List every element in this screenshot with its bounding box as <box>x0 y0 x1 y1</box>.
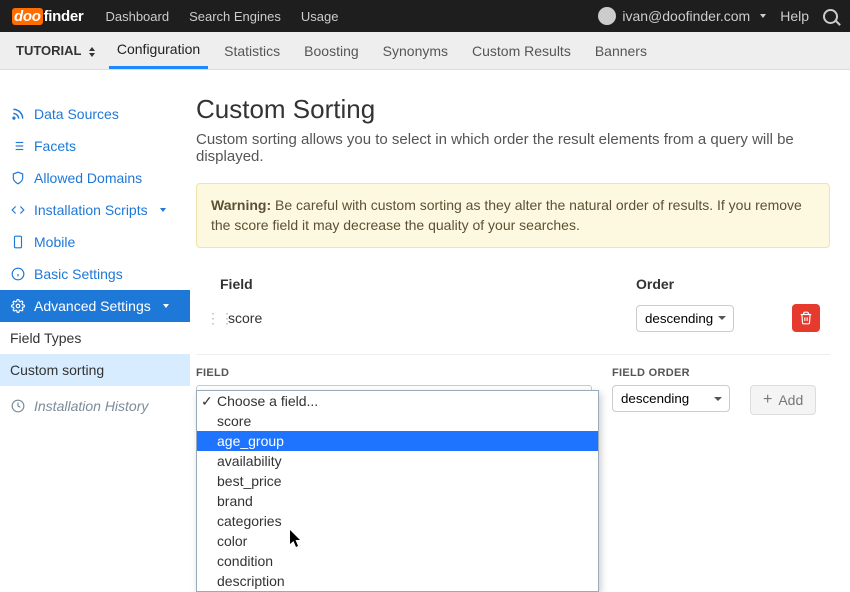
page-title: Custom Sorting <box>196 94 830 125</box>
plus-icon: + <box>763 392 772 408</box>
row-order-select[interactable]: descending <box>636 305 734 332</box>
top-nav: Dashboard Search Engines Usage <box>105 9 598 24</box>
sidebar-item-label: Advanced Settings <box>34 298 151 314</box>
sidebar: Data Sources Facets Allowed Domains Inst… <box>0 70 190 426</box>
add-form: FIELD FIELD ORDER descending + Add <box>196 367 830 415</box>
delete-row-button[interactable] <box>792 304 820 332</box>
mobile-icon <box>10 235 26 249</box>
search-icon[interactable] <box>823 9 838 24</box>
add-button[interactable]: + Add <box>750 385 816 415</box>
top-right: ivan@doofinder.com Help <box>598 7 838 25</box>
main: Custom Sorting Custom sorting allows you… <box>190 70 850 426</box>
sort-table-header: Field Order <box>196 268 830 300</box>
warning-box: Warning: Be careful with custom sorting … <box>196 183 830 248</box>
tab-synonyms[interactable]: Synonyms <box>375 32 456 69</box>
list-icon <box>10 139 26 153</box>
logo-suffix: finder <box>44 8 84 25</box>
warning-text: Be careful with custom sorting as they a… <box>211 197 802 233</box>
sidebar-item-allowed-domains[interactable]: Allowed Domains <box>0 162 190 194</box>
code-icon <box>10 203 26 217</box>
sidebar-item-facets[interactable]: Facets <box>0 130 190 162</box>
dropdown-option-availability[interactable]: availability <box>197 451 598 471</box>
tabs: Configuration Statistics Boosting Synony… <box>109 32 655 69</box>
row-field-value: score <box>220 310 636 326</box>
dropdown-option-best-price[interactable]: best_price <box>197 471 598 491</box>
dropdown-option-description[interactable]: description <box>197 571 598 591</box>
col-order-header: Order <box>636 276 820 292</box>
nav-dashboard[interactable]: Dashboard <box>105 9 169 24</box>
engine-name: TUTORIAL <box>16 43 81 58</box>
add-col: + Add <box>750 367 816 415</box>
sidebar-item-advanced-settings[interactable]: Advanced Settings <box>0 290 190 322</box>
drag-handle-icon[interactable]: ⋮⋮ <box>206 310 220 327</box>
dropdown-option-condition[interactable]: condition <box>197 551 598 571</box>
sidebar-sub-field-types[interactable]: Field Types <box>0 322 190 354</box>
dropdown-option-color[interactable]: color <box>197 531 598 551</box>
sidebar-item-label: Installation Scripts <box>34 202 148 218</box>
gear-icon <box>10 299 26 313</box>
dropdown-option-brand[interactable]: brand <box>197 491 598 511</box>
rss-icon <box>10 107 26 121</box>
tab-statistics[interactable]: Statistics <box>216 32 288 69</box>
warning-label: Warning: <box>211 197 271 213</box>
tab-bar: TUTORIAL Configuration Statistics Boosti… <box>0 32 850 70</box>
chevron-down-icon <box>760 14 766 18</box>
nav-search-engines[interactable]: Search Engines <box>189 9 281 24</box>
dropdown-option-score[interactable]: score <box>197 411 598 431</box>
order-label: FIELD ORDER <box>612 367 730 379</box>
sidebar-item-label: Allowed Domains <box>34 170 142 186</box>
page-subtitle: Custom sorting allows you to select in w… <box>196 131 830 165</box>
info-icon <box>10 267 26 281</box>
chevron-down-icon <box>160 208 166 212</box>
sidebar-item-label: Data Sources <box>34 106 119 122</box>
user-menu[interactable]: ivan@doofinder.com <box>598 7 766 25</box>
order-select[interactable]: descending <box>612 385 730 412</box>
sidebar-installation-history[interactable]: Installation History <box>0 386 190 426</box>
tab-banners[interactable]: Banners <box>587 32 655 69</box>
user-email: ivan@doofinder.com <box>622 8 750 24</box>
sort-row: ⋮⋮ score descending <box>196 300 830 336</box>
top-bar: doofinder Dashboard Search Engines Usage… <box>0 0 850 32</box>
sidebar-item-label: Mobile <box>34 234 75 250</box>
row-order-cell: descending <box>636 305 784 332</box>
sidebar-item-mobile[interactable]: Mobile <box>0 226 190 258</box>
dropdown-option-age-group[interactable]: age_group <box>197 431 598 451</box>
field-dropdown[interactable]: Choose a field... score age_group availa… <box>196 390 599 592</box>
nav-usage[interactable]: Usage <box>301 9 339 24</box>
tab-boosting[interactable]: Boosting <box>296 32 366 69</box>
cursor-icon <box>290 530 302 548</box>
field-label: FIELD <box>196 367 592 379</box>
trash-icon <box>799 311 813 325</box>
order-col: FIELD ORDER descending <box>612 367 730 412</box>
chevron-down-icon <box>163 304 169 308</box>
clock-icon <box>10 399 26 413</box>
sidebar-item-basic-settings[interactable]: Basic Settings <box>0 258 190 290</box>
sidebar-item-label: Installation History <box>34 398 148 414</box>
sidebar-item-label: Facets <box>34 138 76 154</box>
sidebar-item-label: Basic Settings <box>34 266 123 282</box>
divider <box>196 354 830 355</box>
avatar-icon <box>598 7 616 25</box>
sidebar-item-data-sources[interactable]: Data Sources <box>0 98 190 130</box>
help-link[interactable]: Help <box>780 8 809 24</box>
logo[interactable]: doofinder <box>12 6 83 26</box>
shield-icon <box>10 171 26 185</box>
logo-prefix: doo <box>12 8 43 25</box>
col-field-header: Field <box>206 276 636 292</box>
sidebar-item-installation-scripts[interactable]: Installation Scripts <box>0 194 190 226</box>
dropdown-placeholder[interactable]: Choose a field... <box>197 391 598 411</box>
sidebar-sub-custom-sorting[interactable]: Custom sorting <box>0 354 190 386</box>
layout: Data Sources Facets Allowed Domains Inst… <box>0 70 850 426</box>
tab-custom-results[interactable]: Custom Results <box>464 32 579 69</box>
tab-configuration[interactable]: Configuration <box>109 32 208 69</box>
dropdown-option-categories[interactable]: categories <box>197 511 598 531</box>
engine-selector[interactable]: TUTORIAL <box>6 43 105 58</box>
add-button-label: Add <box>778 392 803 408</box>
